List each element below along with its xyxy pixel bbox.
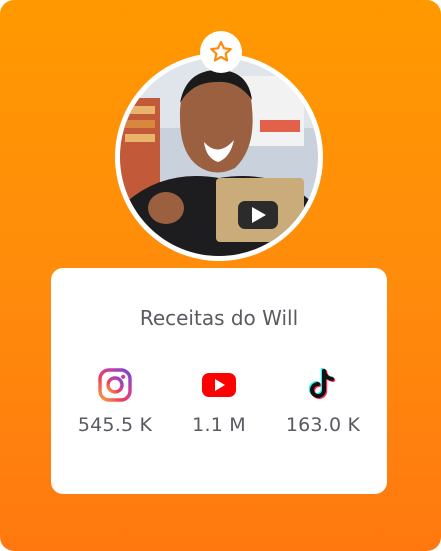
star-icon xyxy=(210,40,232,62)
stat-tiktok[interactable]: 163.0 K xyxy=(267,368,379,436)
stat-instagram[interactable]: 545.5 K xyxy=(59,368,171,436)
tiktok-followers: 163.0 K xyxy=(285,414,361,436)
avatar-frame xyxy=(115,53,323,261)
stat-youtube[interactable]: 1.1 M xyxy=(163,368,275,436)
favorite-badge[interactable] xyxy=(200,31,242,73)
creator-card: Receitas do Will 545.5 K 1.1 M 163.0 K xyxy=(0,0,441,551)
creator-name: Receitas do Will xyxy=(139,306,299,330)
instagram-icon xyxy=(98,368,132,402)
youtube-icon xyxy=(202,373,236,397)
tiktok-icon xyxy=(308,368,336,399)
avatar-photo xyxy=(120,58,318,256)
instagram-followers: 545.5 K xyxy=(77,414,153,436)
info-panel: Receitas do Will 545.5 K 1.1 M 163.0 K xyxy=(51,268,387,494)
youtube-subscribers: 1.1 M xyxy=(192,414,246,436)
avatar[interactable] xyxy=(120,58,318,256)
